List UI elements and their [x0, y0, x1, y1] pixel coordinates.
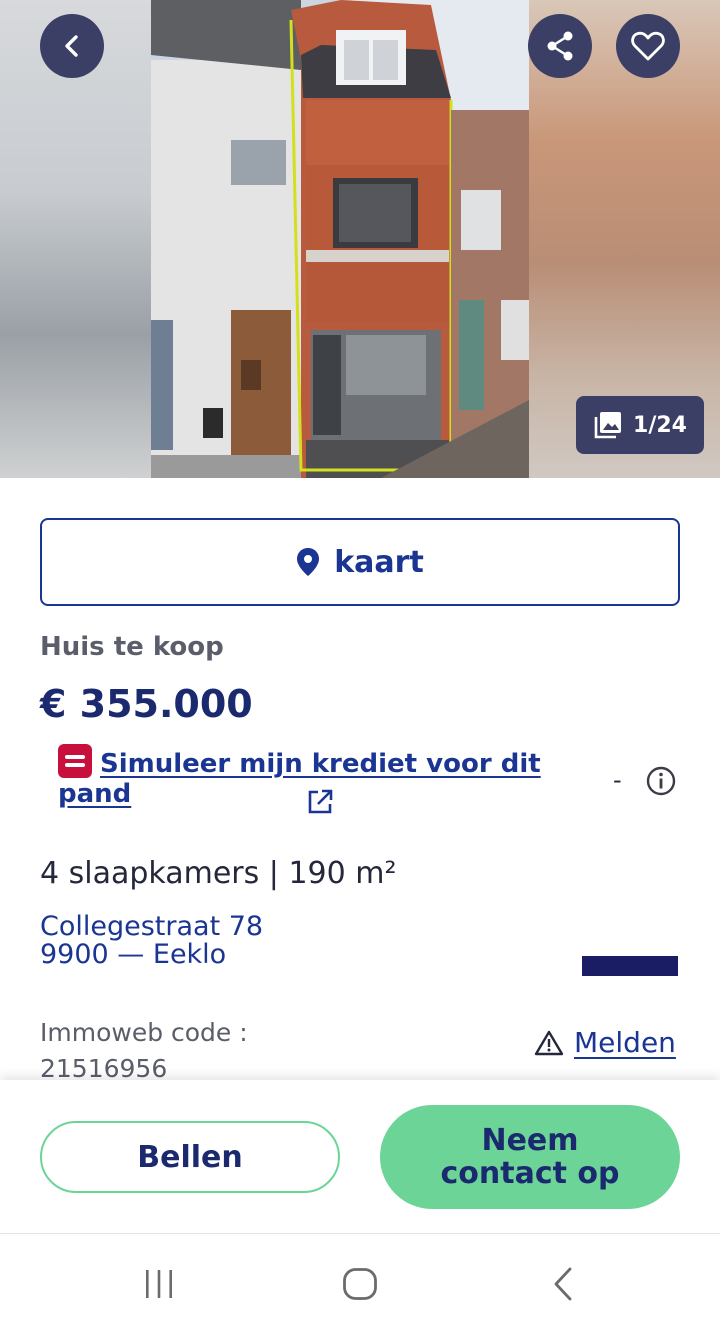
system-navigation-bar [0, 1234, 720, 1329]
address-street[interactable]: Collegestraat 78 [40, 913, 263, 941]
listing-price: € 355.000 [40, 682, 253, 726]
contact-button[interactable]: Neem contact op [380, 1105, 680, 1209]
photo-counter-text: 1/24 [633, 412, 687, 438]
gallery-icon [594, 412, 622, 439]
hero-gallery[interactable]: 1/24 [0, 0, 720, 478]
contact-button-label-line1: Neem [481, 1123, 579, 1158]
credit-simulation[interactable]: Simuleer mijn krediet voor dit pand [58, 744, 598, 814]
share-icon [547, 31, 573, 61]
report-label: Melden [574, 1026, 676, 1059]
immoweb-code-label: Immoweb code : [40, 1018, 248, 1047]
share-button[interactable] [528, 14, 592, 78]
photo-counter[interactable]: 1/24 [576, 396, 704, 454]
external-link-icon[interactable] [306, 788, 334, 816]
listing-type: Huis te koop [40, 632, 224, 662]
heart-icon [631, 31, 665, 61]
recent-apps-icon[interactable] [142, 1268, 176, 1300]
map-pin-icon [297, 548, 320, 576]
home-icon[interactable] [342, 1267, 378, 1301]
chevron-left-icon [65, 35, 78, 57]
credit-bank-icon [58, 744, 92, 778]
back-button[interactable] [40, 14, 104, 78]
system-back-icon[interactable] [548, 1266, 578, 1302]
report-link[interactable]: Melden [534, 1026, 676, 1059]
property-photo[interactable] [151, 0, 529, 478]
address-city[interactable]: 9900 — Eeklo [40, 941, 226, 969]
favorite-button[interactable] [616, 14, 680, 78]
immoweb-code-value: 21516956 [40, 1054, 168, 1083]
contact-button-label-line2: contact op [440, 1156, 620, 1191]
action-bar: Bellen Neem contact op [0, 1080, 720, 1234]
agency-logo[interactable] [582, 956, 678, 976]
credit-suffix: - [613, 766, 622, 794]
call-button-label: Bellen [137, 1139, 243, 1175]
warning-icon [534, 1030, 564, 1055]
credit-simulation-link[interactable]: Simuleer mijn krediet voor dit pand [58, 749, 541, 809]
map-button-label: kaart [334, 544, 424, 580]
info-icon[interactable] [646, 766, 676, 796]
map-button[interactable]: kaart [40, 518, 680, 606]
property-features: 4 slaapkamers | 190 m² [40, 856, 397, 891]
call-button[interactable]: Bellen [40, 1121, 340, 1193]
house-facade-image [151, 0, 529, 478]
